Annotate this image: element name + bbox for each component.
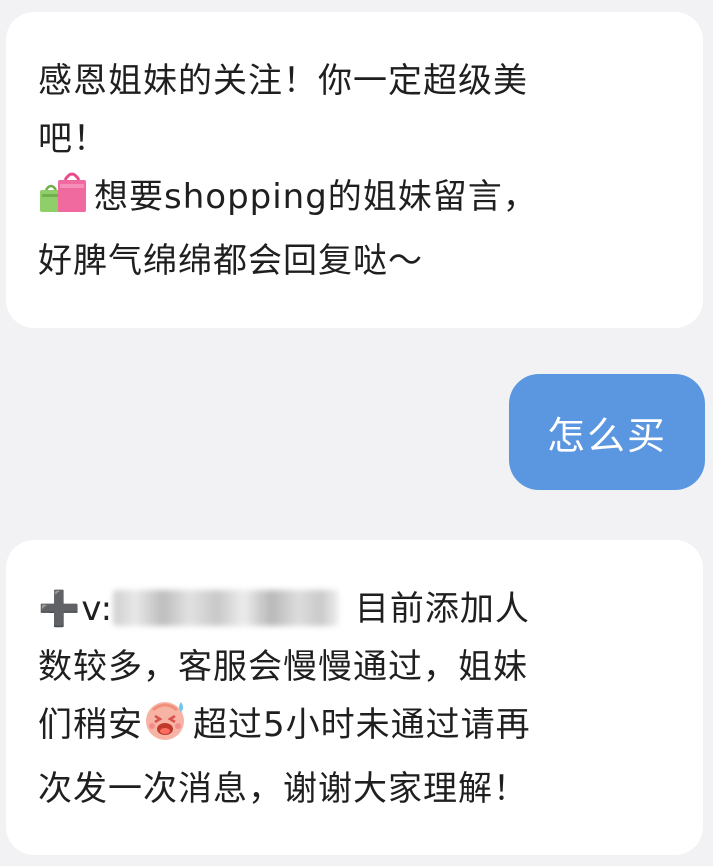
message-text-line: 好脾气绵绵都会回复哒～: [38, 241, 423, 281]
message-text: 超过5小时未通过请再: [193, 705, 531, 745]
message-text: 目前添加人: [354, 589, 530, 629]
message-text: 怎么买: [546, 413, 667, 458]
plus-icon: ➕: [38, 589, 82, 629]
sweating-face-icon: [143, 698, 189, 760]
contact-prefix: v:: [81, 589, 114, 629]
message-text: 们稍安: [38, 705, 143, 745]
message-text-line: 数较多，客服会慢慢通过，姐妹: [38, 647, 528, 687]
message-text-line: 次发一次消息，谢谢大家理解！: [38, 769, 528, 809]
message-text-line-with-emoji: 想要shopping的姐妹留言，: [38, 168, 677, 232]
incoming-message-bubble[interactable]: ➕v: 目前添加人 数较多，客服会慢慢通过，姐妹 们稍安 超过5小时未通过请再 …: [6, 540, 703, 855]
blurred-contact-id: [113, 590, 340, 626]
outgoing-message-bubble[interactable]: 怎么买: [509, 374, 705, 490]
shopping-bag-icon: [38, 170, 90, 232]
message-text-line: 吧！: [38, 119, 108, 159]
message-text-line: ➕v: 目前添加人: [38, 580, 677, 638]
incoming-message-bubble[interactable]: 感恩姐妹的关注！你一定超级美 吧！ 想要shopping的姐妹留言， 好脾气绵绵…: [6, 12, 703, 328]
message-text: 想要shopping的姐妹留言，: [94, 177, 538, 217]
message-text-line-with-emoji: 们稍安 超过5小时未通过请再: [38, 696, 677, 760]
message-text-line: 感恩姐妹的关注！你一定超级美: [38, 61, 528, 101]
